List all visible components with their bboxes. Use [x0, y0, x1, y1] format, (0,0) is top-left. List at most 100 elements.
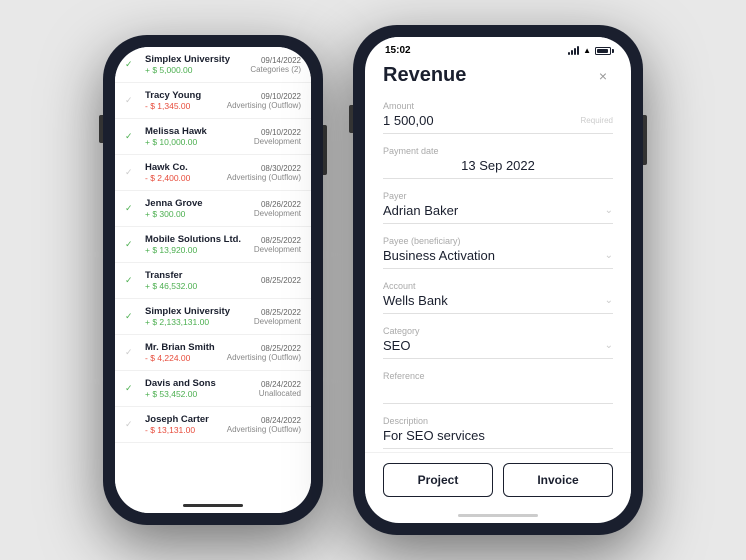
- field-value-description: For SEO services: [383, 428, 613, 449]
- transaction-category: Advertising (Outflow): [227, 425, 301, 434]
- transaction-name: Jenna Grove: [145, 198, 254, 209]
- chevron-down-icon: ⌄: [605, 295, 613, 306]
- status-time: 15:02: [385, 45, 411, 56]
- transaction-category: Development: [254, 209, 301, 218]
- field-required-amount: Required: [581, 116, 613, 125]
- transaction-info: Simplex University+ $ 2,133,131.00: [145, 306, 254, 327]
- transaction-info: Davis and Sons+ $ 53,452.00: [145, 378, 259, 399]
- transaction-amount: + $ 53,452.00: [145, 389, 259, 399]
- field-payer[interactable]: Payer Adrian Baker⌄: [383, 191, 613, 224]
- transaction-item: ✓Transfer+ $ 46,532.0008/25/2022: [115, 263, 311, 299]
- status-bar: 15:02 ▲: [365, 37, 631, 60]
- transaction-item: ✓ Mobile Solutions Ltd.+ $ 13,920.0008/25…: [115, 227, 311, 263]
- modal-header: Revenue ×: [383, 60, 613, 87]
- transaction-item: ✓Melissa Hawk+ $ 10,000.0009/10/2022Deve…: [115, 119, 311, 155]
- field-amount[interactable]: Amount 1 500,00Required: [383, 101, 613, 134]
- field-value-payer: Adrian Baker⌄: [383, 203, 613, 224]
- transaction-amount: + $ 300.00: [145, 209, 254, 219]
- check-icon: ✓: [125, 239, 139, 250]
- field-label-payer: Payer: [383, 191, 613, 201]
- chevron-down-icon: ⌄: [605, 340, 613, 351]
- transaction-right: 09/10/2022Advertising (Outflow): [227, 92, 301, 110]
- field-value-amount: 1 500,00Required: [383, 113, 613, 134]
- transaction-name: Davis and Sons: [145, 378, 259, 389]
- transaction-amount: - $ 13,131.00: [145, 425, 227, 435]
- transaction-name: Joseph Carter: [145, 414, 227, 425]
- right-phone-screen: 15:02 ▲ Revenue × Amount1 5: [365, 37, 631, 523]
- modal-footer: Project Invoice: [365, 452, 631, 505]
- transaction-name: Tracy Young: [145, 90, 227, 101]
- revenue-modal: Revenue × Amount 1 500,00Required Payment …: [365, 60, 631, 514]
- field-label-category: Category: [383, 326, 613, 336]
- transaction-category: Development: [254, 137, 301, 146]
- check-icon: ✓: [125, 275, 139, 286]
- check-icon: ✓: [125, 347, 139, 358]
- right-phone: 15:02 ▲ Revenue × Amount1 5: [353, 25, 643, 535]
- transaction-right: 08/24/2022Advertising (Outflow): [227, 416, 301, 434]
- transaction-category: Advertising (Outflow): [227, 353, 301, 362]
- check-icon: ✓: [125, 311, 139, 322]
- transaction-item: ✓Jenna Grove+ $ 300.0008/26/2022Developm…: [115, 191, 311, 227]
- check-icon: ✓: [125, 383, 139, 394]
- transaction-category: Advertising (Outflow): [227, 173, 301, 182]
- battery-icon: [595, 47, 611, 55]
- transaction-info: Simplex University+ $ 5,000.00: [145, 54, 250, 75]
- transaction-amount: + $ 2,133,131.00: [145, 317, 254, 327]
- transaction-right: 08/25/2022Advertising (Outflow): [227, 344, 301, 362]
- left-phone-screen: ✓Simplex University+ $ 5,000.0009/14/202…: [115, 47, 311, 513]
- transaction-name: Simplex University: [145, 306, 254, 317]
- transaction-name: Hawk Co.: [145, 162, 227, 173]
- transaction-name: Mr. Brian Smith: [145, 342, 227, 353]
- field-value-payee: Business Activation⌄: [383, 248, 613, 269]
- transaction-date: 09/14/2022: [250, 56, 301, 65]
- transaction-date: 08/25/2022: [254, 236, 301, 245]
- home-indicator-right: [458, 514, 538, 517]
- transaction-category: Development: [254, 317, 301, 326]
- chevron-down-icon: ⌄: [605, 250, 613, 261]
- transaction-category: Categories (2): [250, 65, 301, 74]
- transaction-info: Mr. Brian Smith- $ 4,224.00: [145, 342, 227, 363]
- transaction-name: Melissa Hawk: [145, 126, 254, 137]
- check-icon: ✓: [125, 95, 139, 106]
- field-label-payment_date: Payment date: [383, 146, 613, 156]
- field-payment_date[interactable]: Payment date 13 Sep 2022: [383, 146, 613, 179]
- transaction-list: ✓Simplex University+ $ 5,000.0009/14/202…: [115, 47, 311, 513]
- transaction-category: Advertising (Outflow): [227, 101, 301, 110]
- transaction-date: 08/25/2022: [254, 308, 301, 317]
- transaction-right: 08/30/2022Advertising (Outflow): [227, 164, 301, 182]
- transaction-category: Unallocated: [259, 389, 301, 398]
- transaction-item: ✓ Simplex University+ $ 2,133,131.0008/25…: [115, 299, 311, 335]
- field-category[interactable]: CategorySEO⌄: [383, 326, 613, 359]
- transaction-right: 08/25/2022: [261, 276, 301, 285]
- field-description[interactable]: Description For SEO services: [383, 416, 613, 449]
- invoice-button[interactable]: Invoice: [503, 463, 613, 497]
- transaction-name: Mobile Solutions Ltd.: [145, 234, 254, 245]
- field-value-payment_date: 13 Sep 2022: [383, 158, 613, 179]
- field-label-description: Description: [383, 416, 613, 426]
- signal-icon: [568, 46, 579, 55]
- home-indicator-left: [183, 504, 243, 507]
- field-account[interactable]: AccountWells Bank⌄: [383, 281, 613, 314]
- field-reference[interactable]: Reference: [383, 371, 613, 404]
- transaction-date: 08/26/2022: [254, 200, 301, 209]
- check-icon: ✓: [125, 59, 139, 70]
- transaction-date: 08/25/2022: [227, 344, 301, 353]
- transaction-info: Mobile Solutions Ltd.+ $ 13,920.00: [145, 234, 254, 255]
- close-button[interactable]: ×: [593, 66, 613, 86]
- transaction-item: ✓Hawk Co.- $ 2,400.0008/30/2022Advertisi…: [115, 155, 311, 191]
- transaction-amount: + $ 10,000.00: [145, 137, 254, 147]
- transaction-item: ✓Joseph Carter- $ 13,131.0008/24/2022Adv…: [115, 407, 311, 443]
- transaction-info: Jenna Grove+ $ 300.00: [145, 198, 254, 219]
- transaction-right: 09/10/2022Development: [254, 128, 301, 146]
- transaction-info: Joseph Carter- $ 13,131.00: [145, 414, 227, 435]
- field-label-amount: Amount: [383, 101, 613, 111]
- field-payee[interactable]: Payee (beneficiary)Business Activation⌄: [383, 236, 613, 269]
- transaction-date: 09/10/2022: [254, 128, 301, 137]
- transaction-right: 09/14/2022Categories (2): [250, 56, 301, 74]
- transaction-category: Development: [254, 245, 301, 254]
- transaction-name: Simplex University: [145, 54, 250, 65]
- transaction-amount: + $ 5,000.00: [145, 65, 250, 75]
- transaction-info: Melissa Hawk+ $ 10,000.00: [145, 126, 254, 147]
- transaction-amount: + $ 13,920.00: [145, 245, 254, 255]
- project-button[interactable]: Project: [383, 463, 493, 497]
